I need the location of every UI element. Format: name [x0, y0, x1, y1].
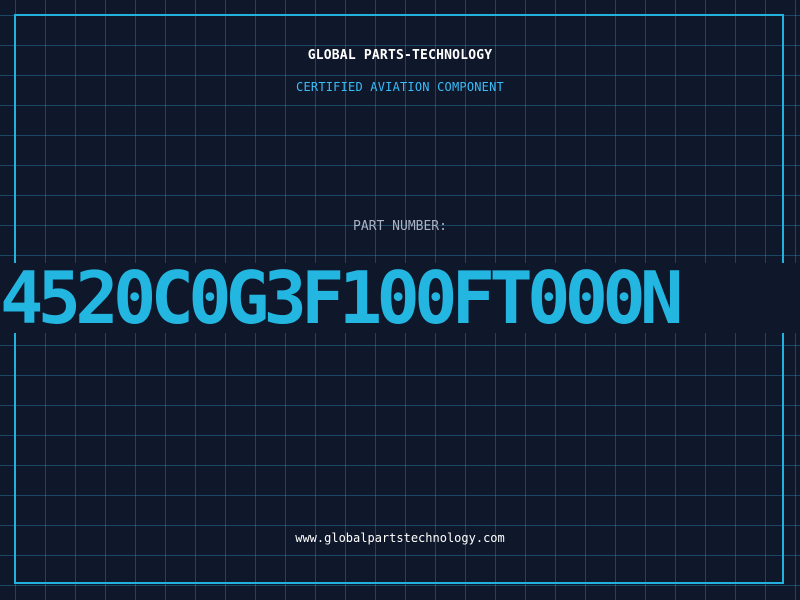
part-number-label: PART NUMBER: — [353, 219, 447, 234]
part-number-value: 4520C0G3F100FT000N — [0, 263, 683, 333]
certification-subtitle: CERTIFIED AVIATION COMPONENT — [296, 80, 504, 94]
company-name: GLOBAL PARTS-TECHNOLOGY — [307, 48, 493, 63]
website-url: www.globalpartstechnology.com — [295, 531, 505, 545]
part-number-band: 4520C0G3F100FT000N — [0, 263, 800, 333]
part-label-canvas: GLOBAL PARTS-TECHNOLOGY CERTIFIED AVIATI… — [0, 0, 800, 600]
